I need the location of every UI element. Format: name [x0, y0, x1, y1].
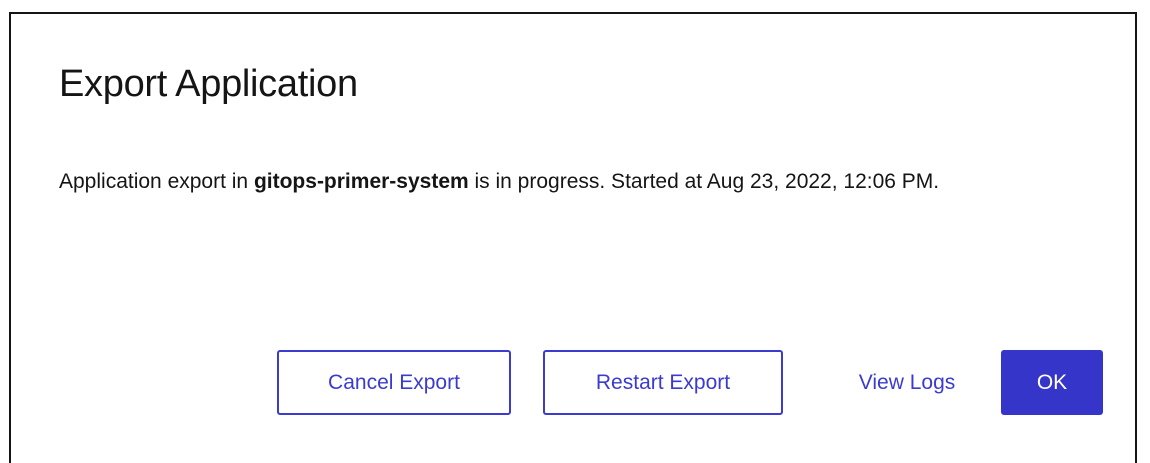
body-prefix: Application export in — [59, 170, 254, 193]
cancel-export-button[interactable]: Cancel Export — [277, 350, 511, 415]
body-suffix: is in progress. Started at Aug 23, 2022,… — [468, 170, 940, 193]
export-application-modal: Export Application Application export in… — [9, 12, 1137, 463]
namespace-name: gitops-primer-system — [253, 170, 469, 193]
page: Export Application Application export in… — [0, 0, 1150, 463]
modal-body-text: Application export in gitops-primer-syst… — [59, 164, 1089, 200]
view-logs-button[interactable]: View Logs — [813, 350, 1001, 415]
backdrop — [0, 0, 1150, 12]
restart-export-button[interactable]: Restart Export — [543, 350, 783, 415]
modal-title: Export Application — [59, 63, 358, 105]
ok-button[interactable]: OK — [1001, 350, 1103, 415]
modal-footer: Cancel Export Restart Export View Logs O… — [277, 350, 1103, 415]
